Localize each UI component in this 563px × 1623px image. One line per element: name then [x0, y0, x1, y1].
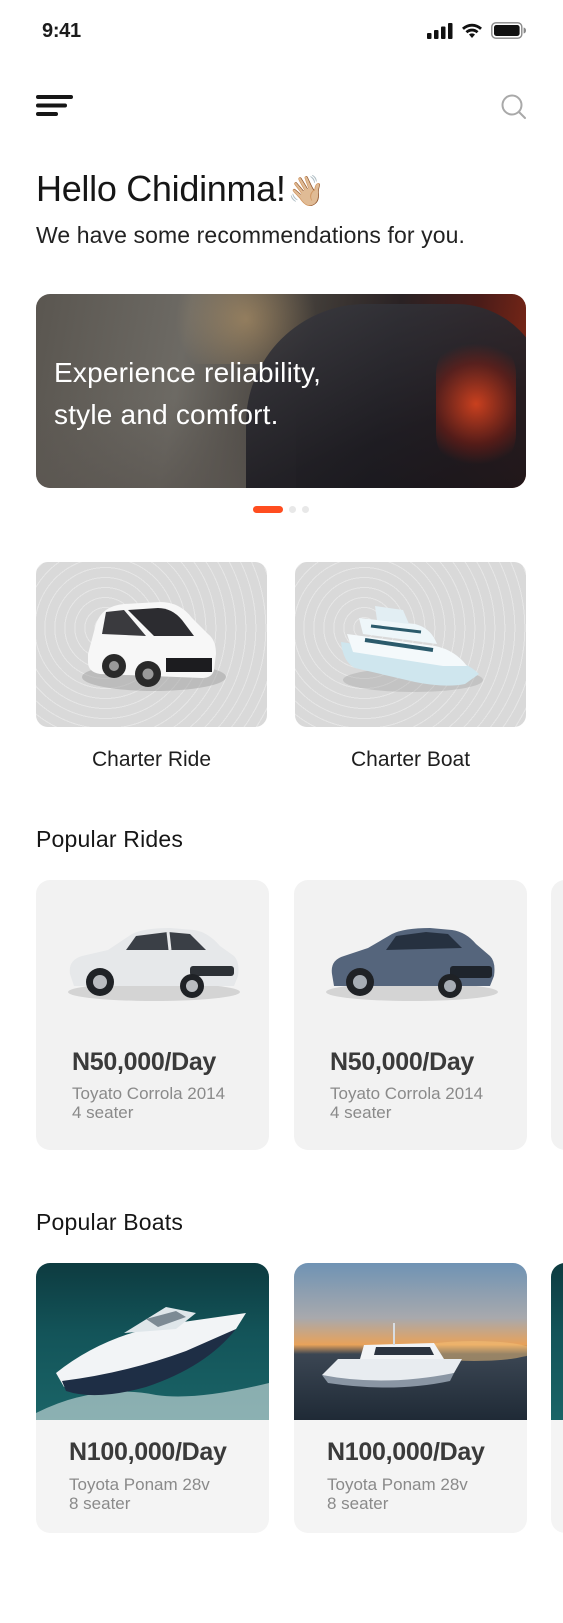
- yacht-icon: [341, 606, 483, 692]
- ride-card[interactable]: N50,000/Day Toyato Corrola 2014 4 seater: [294, 880, 527, 1150]
- white-car-icon: [82, 602, 226, 691]
- charter-ride-label[interactable]: Charter Ride: [36, 748, 267, 772]
- signal-icon: [427, 22, 453, 39]
- popular-rides-title: Popular Rides: [36, 826, 184, 852]
- silver-sedan-image: [68, 928, 240, 1001]
- boat-seats: 8 seater: [327, 1494, 389, 1513]
- ride-card-peek[interactable]: [551, 880, 563, 1150]
- waving-hand-icon: 👋🏼: [287, 175, 325, 208]
- boat-card[interactable]: N100,000/Day Toyota Ponam 28v 8 seater: [36, 1263, 269, 1533]
- ride-model: Toyato Corrola 2014: [330, 1084, 484, 1103]
- charter-ride-card[interactable]: [36, 562, 267, 727]
- banner-line-1: Experience reliability,: [54, 357, 322, 388]
- status-icons: [427, 22, 527, 39]
- banner-line-2: style and comfort.: [54, 399, 279, 430]
- carousel-indicator: [253, 506, 309, 513]
- boat-card-peek[interactable]: [551, 1263, 563, 1533]
- popular-boats-title: Popular Boats: [36, 1209, 184, 1235]
- sunset-boat-photo: [294, 1263, 527, 1420]
- speedboat-photo: [36, 1263, 269, 1420]
- boat-model: Toyota Ponam 28v: [327, 1475, 468, 1494]
- greeting-subtitle: We have some recommendations for you.: [36, 222, 465, 248]
- charter-boat-label[interactable]: Charter Boat: [295, 748, 526, 772]
- ride-seats: 4 seater: [330, 1103, 392, 1122]
- menu-button[interactable]: [36, 92, 76, 122]
- carousel-dot-2[interactable]: [289, 506, 296, 513]
- ride-model: Toyato Corrola 2014: [72, 1084, 226, 1103]
- boat-price: N100,000/Day: [69, 1438, 227, 1466]
- search-icon: [501, 94, 526, 119]
- ride-seats: 4 seater: [72, 1103, 134, 1122]
- hamburger-menu-icon: [36, 95, 73, 116]
- boat-seats: 8 seater: [69, 1494, 131, 1513]
- blue-sedan-image: [326, 928, 498, 1001]
- sunset-boat-image: [322, 1323, 527, 1388]
- boat-price: N100,000/Day: [327, 1438, 485, 1466]
- speedboat-image: [36, 1307, 269, 1420]
- charter-boat-card[interactable]: [295, 562, 526, 727]
- ride-price: N50,000/Day: [72, 1048, 217, 1076]
- promo-banner[interactable]: Experience reliability, style and comfor…: [36, 294, 526, 488]
- banner-text: Experience reliability, style and comfor…: [54, 352, 321, 436]
- greeting-title: Hello Chidinma!👋🏼: [36, 168, 325, 210]
- battery-icon: [491, 22, 526, 39]
- search-button[interactable]: [499, 92, 529, 122]
- status-bar: 9:41: [0, 0, 563, 64]
- boat-model: Toyota Ponam 28v: [69, 1475, 210, 1494]
- top-bar: [0, 88, 563, 128]
- wifi-icon: [462, 23, 482, 38]
- carousel-dot-1[interactable]: [253, 506, 283, 513]
- status-time: 9:41: [42, 20, 81, 42]
- ride-price: N50,000/Day: [330, 1048, 475, 1076]
- greeting-text: Hello Chidinma!: [36, 168, 286, 209]
- boat-card[interactable]: N100,000/Day Toyota Ponam 28v 8 seater: [294, 1263, 527, 1533]
- ride-card[interactable]: N50,000/Day Toyato Corrola 2014 4 seater: [36, 880, 269, 1150]
- carousel-dot-3[interactable]: [302, 506, 309, 513]
